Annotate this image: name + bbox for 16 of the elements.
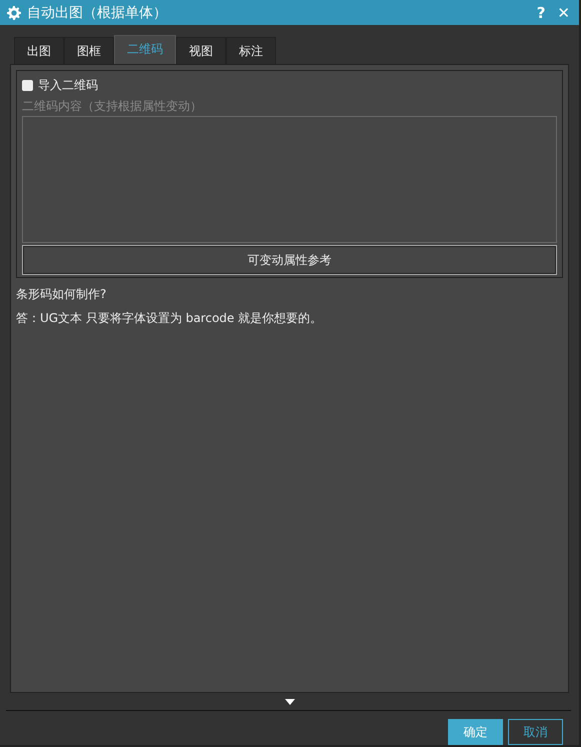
tab[interactable]: 图框	[64, 37, 114, 64]
cancel-button[interactable]: 取消	[508, 719, 563, 745]
settings-icon	[7, 6, 21, 20]
tab[interactable]: 出图	[14, 37, 64, 64]
reference-button[interactable]: 可变动属性参考	[22, 245, 557, 275]
tab[interactable]: 视图	[176, 37, 226, 64]
tab[interactable]: 二维码	[114, 35, 176, 64]
window-title: 自动出图（根据单体）	[27, 4, 168, 22]
input-field[interactable]	[22, 116, 557, 243]
note-text: 答：UG文本 只要将字体设置为 barcode 就是你想要的。	[16, 310, 324, 326]
field-label: 二维码内容（支持根据属性变动）	[22, 98, 203, 114]
checkbox[interactable]	[22, 80, 33, 90]
expand-icon[interactable]	[284, 698, 294, 704]
checkbox-label[interactable]: 导入二维码	[38, 76, 98, 94]
tab[interactable]: 标注	[226, 37, 276, 64]
note-text: 条形码如何制作?	[16, 286, 108, 302]
